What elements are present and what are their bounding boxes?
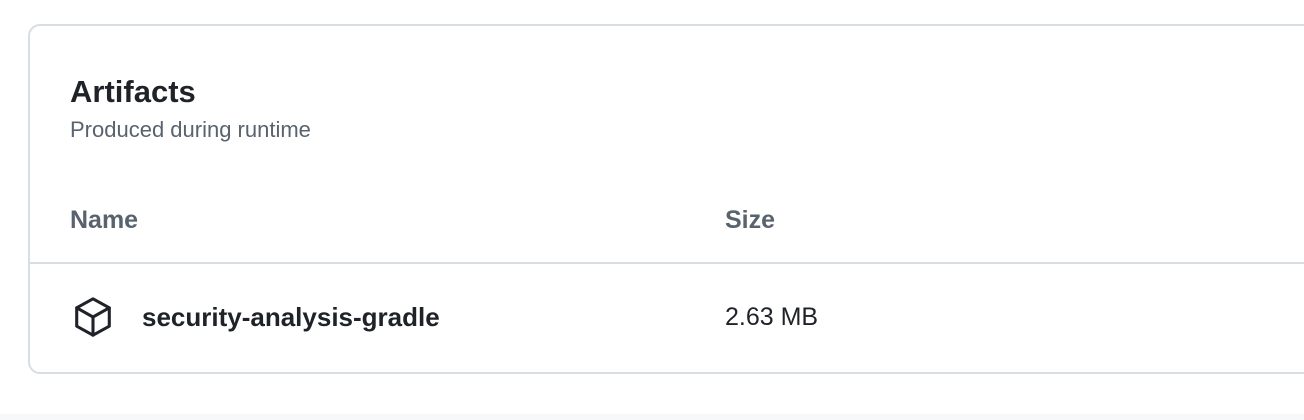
panel-title: Artifacts bbox=[70, 74, 196, 109]
column-header-name: Name bbox=[70, 206, 139, 234]
package-icon bbox=[70, 294, 116, 340]
artifacts-panel: Artifacts Produced during runtime Name S… bbox=[28, 24, 1304, 374]
panel-header: Artifacts Produced during runtime bbox=[70, 74, 311, 144]
table-row: security-analysis-gradle 2.63 MB bbox=[30, 266, 1304, 372]
table-header: Name Size bbox=[30, 196, 1304, 264]
panel-subtitle: Produced during runtime bbox=[70, 117, 311, 142]
column-header-size: Size bbox=[725, 206, 776, 234]
artifact-size: 2.63 MB bbox=[725, 303, 819, 331]
artifact-name-link[interactable]: security-analysis-gradle bbox=[142, 300, 440, 334]
page: Artifacts Produced during runtime Name S… bbox=[0, 0, 1304, 420]
